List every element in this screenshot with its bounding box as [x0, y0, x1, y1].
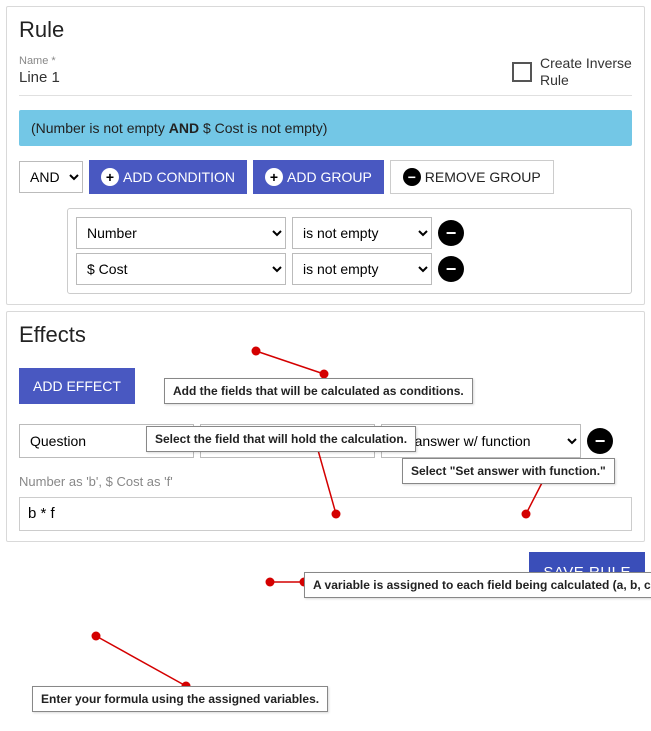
condition-row: $ Cost is not empty −: [76, 253, 623, 285]
inverse-checkbox[interactable]: [512, 62, 532, 82]
effects-panel: Effects ADD EFFECT Question Total ($) se…: [6, 311, 645, 542]
effect-type-select[interactable]: Question: [19, 424, 194, 458]
condition-field-select[interactable]: Number: [76, 217, 286, 249]
condition-field-select[interactable]: $ Cost: [76, 253, 286, 285]
conditions-container: Number is not empty − $ Cost is not empt…: [67, 208, 632, 294]
plus-icon: +: [265, 168, 283, 186]
remove-group-button[interactable]: − REMOVE GROUP: [390, 160, 554, 194]
name-input[interactable]: Line 1: [19, 69, 492, 86]
rule-title: Rule: [19, 17, 632, 43]
condition-summary: (Number is not empty AND $ Cost is not e…: [19, 110, 632, 146]
inverse-label: Create Inverse Rule: [540, 55, 632, 89]
annotation: Enter your formula using the assigned va…: [32, 686, 328, 712]
save-rule-button[interactable]: SAVE RULE: [529, 552, 645, 593]
condition-op-select[interactable]: is not empty: [292, 217, 432, 249]
add-group-button[interactable]: + ADD GROUP: [253, 160, 384, 194]
remove-condition-button[interactable]: −: [438, 256, 464, 282]
effect-action-select[interactable]: set answer w/ function: [381, 424, 581, 458]
condition-join-select[interactable]: AND: [19, 161, 83, 193]
effects-title: Effects: [19, 322, 632, 348]
name-label: Name *: [19, 55, 492, 67]
formula-input[interactable]: [19, 497, 632, 531]
minus-icon: −: [403, 168, 421, 186]
condition-op-select[interactable]: is not empty: [292, 253, 432, 285]
condition-row: Number is not empty −: [76, 217, 623, 249]
plus-icon: +: [101, 168, 119, 186]
remove-effect-button[interactable]: −: [587, 428, 613, 454]
effect-target-select[interactable]: Total ($): [200, 424, 375, 458]
variables-text: Number as 'b', $ Cost as 'f': [19, 474, 632, 489]
add-condition-button[interactable]: + ADD CONDITION: [89, 160, 247, 194]
add-effect-button[interactable]: ADD EFFECT: [19, 368, 135, 404]
rule-panel: Rule Name * Line 1 Create Inverse Rule (…: [6, 6, 645, 305]
remove-condition-button[interactable]: −: [438, 220, 464, 246]
